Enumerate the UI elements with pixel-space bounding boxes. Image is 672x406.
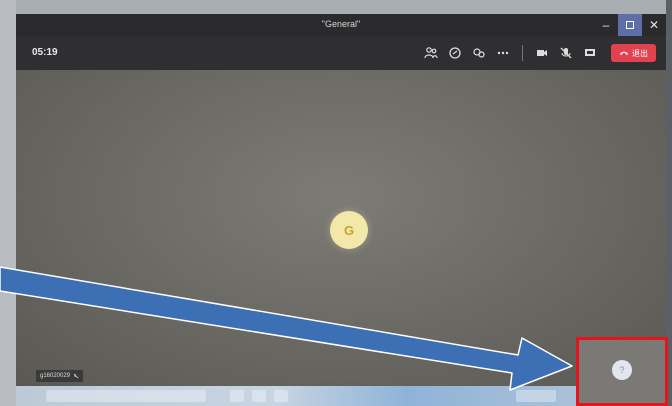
call-timer: 05:19 <box>32 47 58 58</box>
toolbar-divider <box>522 45 523 61</box>
taskbar-app-icon[interactable] <box>274 390 288 402</box>
phone-hangup-icon <box>620 51 628 55</box>
self-avatar-initial: ? <box>619 365 625 375</box>
minimize-icon: – <box>602 18 610 32</box>
maximize-icon <box>626 21 634 29</box>
taskbar-app-icon[interactable] <box>230 390 244 402</box>
monitor-bezel-left <box>0 0 16 406</box>
system-tray-icons[interactable] <box>516 390 556 402</box>
close-icon: ✕ <box>648 18 660 32</box>
participant-name-tag: g16020029 <box>36 370 84 382</box>
chat-button[interactable] <box>446 44 464 62</box>
chat-icon <box>449 47 461 59</box>
camera-button[interactable] <box>533 44 551 62</box>
participant-name: g16020029 <box>40 373 71 379</box>
more-icon <box>497 51 509 55</box>
reactions-icon <box>473 48 485 58</box>
leave-call-button[interactable]: 退出 <box>611 44 656 62</box>
more-options-button[interactable] <box>494 44 512 62</box>
window-title: "General" <box>321 19 361 29</box>
self-video-preview[interactable]: ? <box>576 337 668 406</box>
self-avatar: ? <box>612 360 632 380</box>
meeting-toolbar: 退出 <box>422 43 656 63</box>
window-controls: – ✕ <box>594 14 666 36</box>
leave-call-label: 退出 <box>632 48 648 58</box>
maximize-button[interactable] <box>618 14 642 36</box>
taskbar-app-icon[interactable] <box>252 390 266 402</box>
share-screen-button[interactable] <box>581 44 599 62</box>
monitor-bezel-top <box>0 0 672 14</box>
minimize-button[interactable]: – <box>594 14 618 36</box>
microphone-button[interactable] <box>557 44 575 62</box>
video-stage: G g16020029 <box>16 70 666 386</box>
meeting-controls-bar: 05:19 退出 <box>16 36 666 70</box>
participants-icon <box>424 47 438 59</box>
camera-off-icon <box>537 50 547 56</box>
mic-off-icon <box>560 47 572 59</box>
taskbar-search-box[interactable] <box>46 390 206 402</box>
participant-avatar[interactable]: G <box>330 211 368 249</box>
windows-taskbar <box>16 386 666 406</box>
title-bar: "General" – ✕ <box>16 14 666 36</box>
mic-muted-icon <box>73 373 79 379</box>
share-icon <box>585 49 595 56</box>
participants-button[interactable] <box>422 44 440 62</box>
close-button[interactable]: ✕ <box>642 14 666 36</box>
teams-meeting-window: "General" – ✕ 05:19 退出 G g16020029 <box>16 14 666 386</box>
reactions-button[interactable] <box>470 44 488 62</box>
